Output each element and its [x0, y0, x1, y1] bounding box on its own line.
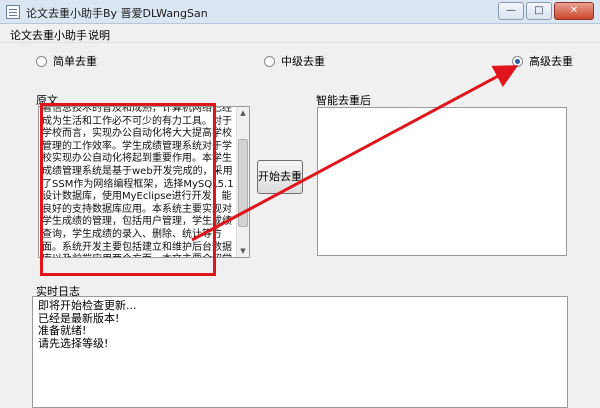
radio-simple-dot [36, 55, 47, 67]
smart-result-textarea[interactable] [317, 107, 567, 256]
start-dedup-button[interactable]: 开始去重 [257, 160, 303, 194]
original-text: 着信息技术的普及和成熟，计算机网络已经成为生活和工作必不可少的有力工具。对于学校… [42, 106, 234, 257]
app-icon [6, 5, 20, 19]
radio-simple[interactable]: 简单去重 [36, 54, 97, 68]
original-scrollbar[interactable]: ▲ ▼ [236, 107, 249, 257]
maximize-button[interactable]: □ [526, 2, 552, 20]
window-controls: — □ ✕ [498, 2, 594, 20]
scroll-down-icon[interactable]: ▼ [237, 245, 249, 257]
minimize-button[interactable]: — [498, 2, 524, 20]
log-textarea[interactable]: 即将开始检查更新... 已经是最新版本! 准备就绪! 请先选择等级! [32, 296, 568, 408]
log-text: 即将开始检查更新... 已经是最新版本! 准备就绪! 请先选择等级! [38, 299, 137, 350]
radio-simple-label: 简单去重 [53, 55, 97, 68]
smart-result-label: 智能去重后 [316, 94, 371, 107]
menu-item-help[interactable]: 说明 [88, 27, 110, 43]
scroll-thumb[interactable] [238, 139, 248, 227]
radio-medium-label: 中级去重 [281, 55, 325, 68]
menu-bar: 论文去重小助手 说明 [0, 24, 600, 43]
original-textarea[interactable]: 着信息技术的普及和成熟，计算机网络已经成为生活和工作必不可少的有力工具。对于学校… [38, 106, 250, 258]
radio-advanced-dot [512, 55, 523, 67]
radio-advanced[interactable]: 高级去重 [512, 54, 573, 68]
radio-medium-dot [264, 55, 275, 67]
close-button[interactable]: ✕ [554, 2, 594, 20]
radio-medium[interactable]: 中级去重 [264, 54, 325, 68]
menu-item-app[interactable]: 论文去重小助手 [10, 27, 87, 43]
window-title: 论文去重小助手By 晋爱DLWangSan [26, 7, 208, 20]
title-bar: 论文去重小助手By 晋爱DLWangSan — □ ✕ [0, 0, 600, 24]
scroll-up-icon[interactable]: ▲ [237, 107, 249, 119]
radio-advanced-label: 高级去重 [529, 55, 573, 68]
